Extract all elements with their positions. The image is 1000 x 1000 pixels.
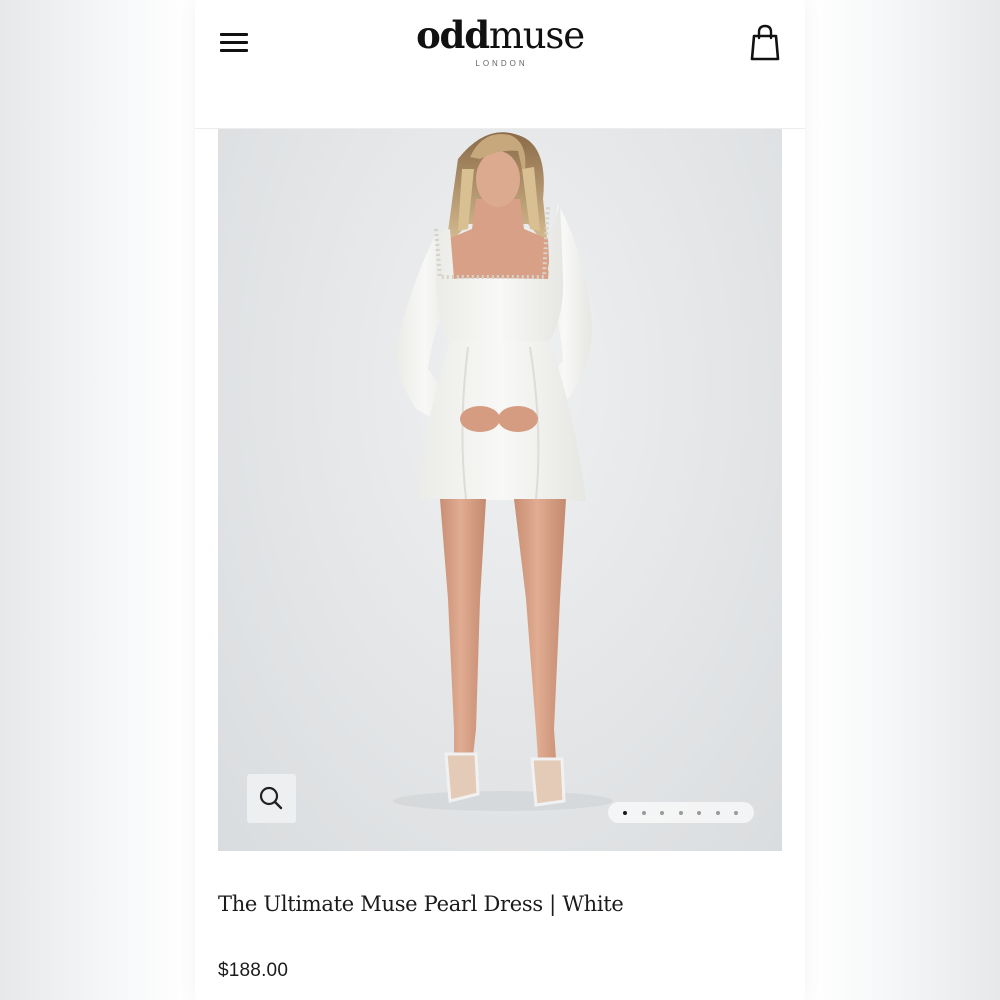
product-image[interactable]	[218, 129, 782, 851]
mobile-page: oddmuse LONDON The Ultimate Muse Pearl D…	[195, 0, 805, 1000]
pagination-dot[interactable]	[678, 810, 683, 815]
menu-button[interactable]	[217, 27, 251, 59]
pagination-dot[interactable]	[734, 810, 738, 815]
magnifier-icon	[259, 786, 283, 810]
logo-light-part: muse	[488, 14, 585, 57]
product-title: The Ultimate Muse Pearl Dress | White	[218, 892, 624, 916]
gallery-pagination	[608, 802, 754, 823]
logo-bold-part: odd	[416, 13, 490, 57]
logo-tagline: LONDON	[475, 59, 528, 68]
model-photo	[393, 132, 613, 811]
pagination-dot[interactable]	[660, 810, 664, 815]
site-header: oddmuse LONDON	[195, 0, 805, 129]
pagination-dot[interactable]	[697, 810, 701, 815]
site-logo[interactable]: oddmuse LONDON	[400, 12, 600, 68]
zoom-button[interactable]	[247, 774, 296, 823]
product-price: $188.00	[218, 960, 289, 981]
shopping-bag-icon	[750, 24, 780, 61]
pagination-dot[interactable]	[715, 810, 720, 815]
pagination-dot[interactable]	[623, 810, 627, 815]
cart-button[interactable]	[746, 22, 784, 64]
pagination-dot[interactable]	[641, 810, 646, 815]
logo-wordmark: oddmuse	[400, 12, 600, 59]
